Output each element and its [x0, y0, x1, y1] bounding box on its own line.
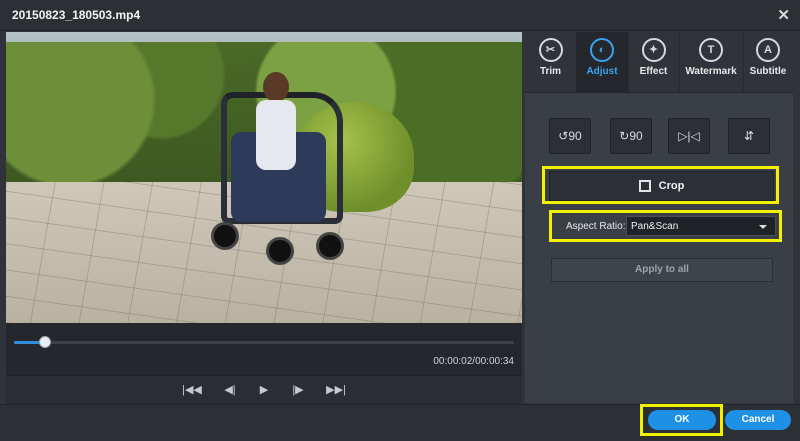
stroller-wheel [266, 237, 294, 265]
video-child [251, 72, 301, 192]
cancel-button[interactable]: Cancel [725, 410, 791, 430]
rotate-right-90-button[interactable]: ↻90 [610, 118, 652, 154]
magic-wand-icon: ✦ [641, 38, 666, 62]
tab-trim[interactable]: ✂ Trim [525, 32, 577, 92]
tab-adjust[interactable]: ◐ Adjust [576, 32, 629, 92]
flip-vertical-button[interactable]: ⇵ [728, 118, 770, 154]
close-icon[interactable]: ✕ [777, 6, 790, 24]
tab-subtitle[interactable]: A Subtitle [743, 32, 793, 92]
crop-icon [638, 180, 651, 192]
skip-to-start-button[interactable]: |◀◀ [182, 382, 202, 398]
video-preview [6, 32, 522, 323]
tab-watermark[interactable]: T Watermark [679, 32, 744, 92]
crop-label: Crop [658, 180, 685, 192]
playback-controls: |◀◀ ◀| ▶ |▶ ▶▶| [6, 375, 522, 404]
video-stroller [211, 72, 351, 272]
title-bar: 20150823_180503.mp4 ✕ [0, 0, 800, 31]
child-body [256, 100, 296, 170]
apply-to-all-button[interactable]: Apply to all [551, 258, 773, 282]
aspect-ratio-value: Pan&Scan [631, 221, 679, 232]
chevron-down-icon [759, 225, 767, 229]
timecode: 00:00:02/00:00:34 [433, 356, 514, 367]
seek-thumb[interactable] [39, 336, 51, 348]
adjust-dialog: 20150823_180503.mp4 ✕ 00:00:02/00:00:34 … [0, 0, 800, 441]
subtitle-icon: A [756, 38, 780, 62]
next-frame-button[interactable]: |▶ [288, 382, 308, 398]
skip-to-end-button[interactable]: ▶▶| [324, 382, 348, 398]
tab-label: Adjust [586, 66, 618, 77]
aspect-ratio-select[interactable]: Pan&Scan [626, 216, 776, 236]
crop-button[interactable]: Crop [549, 171, 774, 201]
adjust-icon: ◐ [590, 38, 614, 62]
flip-horizontal-button[interactable]: ▷|◁ [668, 118, 710, 154]
timeline-area: 00:00:02/00:00:34 |◀◀ ◀| ▶ |▶ ▶▶| [6, 323, 522, 404]
child-head [263, 72, 289, 102]
stroller-wheel [211, 222, 239, 250]
aspect-ratio-label: Aspect Ratio: [566, 221, 626, 232]
tab-label: Watermark [685, 66, 737, 77]
window-title: 20150823_180503.mp4 [12, 8, 141, 22]
tab-label: Trim [539, 66, 562, 77]
scissors-icon: ✂ [538, 38, 563, 62]
previous-frame-button[interactable]: ◀| [220, 382, 240, 398]
edit-tabs: ✂ Trim ◐ Adjust ✦ Effect T Watermark A S… [525, 32, 793, 92]
play-button[interactable]: ▶ [254, 382, 274, 398]
tab-effect[interactable]: ✦ Effect [628, 32, 680, 92]
tab-label: Effect [639, 66, 668, 77]
stroller-wheel [316, 232, 344, 260]
tab-divider [525, 92, 793, 93]
seek-bar[interactable] [14, 336, 514, 348]
ok-button[interactable]: OK [648, 410, 716, 430]
tab-label: Subtitle [749, 66, 787, 77]
rotate-left-90-button[interactable]: ↺90 [549, 118, 591, 154]
watermark-icon: T [699, 38, 723, 62]
